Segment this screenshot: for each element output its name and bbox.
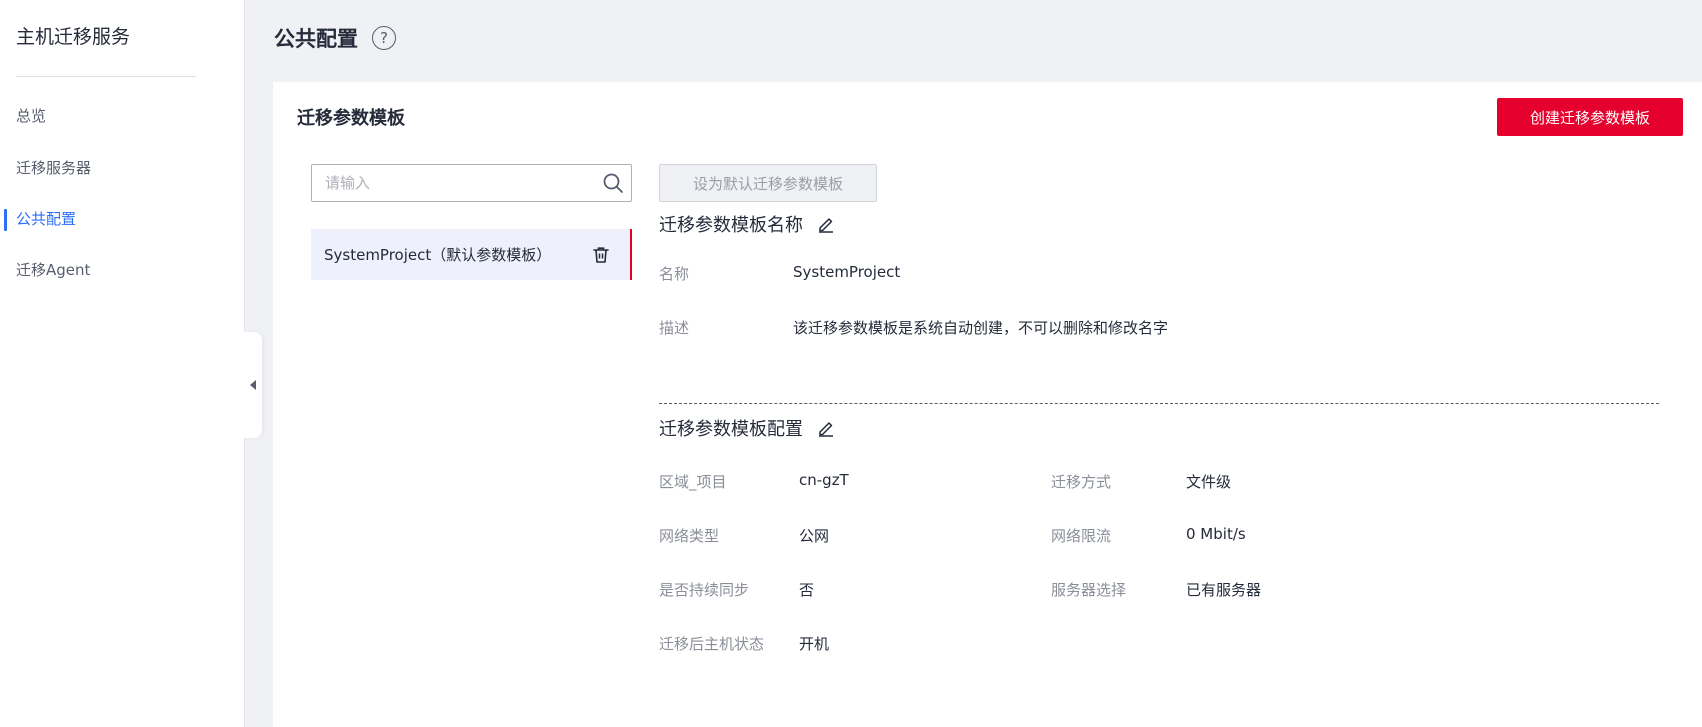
migration-method-value: 文件级 (1186, 473, 1232, 491)
server-selection-value: 已有服务器 (1186, 581, 1262, 599)
name-section-title: 迁移参数模板名称 (659, 211, 837, 237)
template-list-item[interactable]: SystemProject（默认参数模板） (311, 229, 632, 280)
search-input[interactable] (312, 165, 595, 201)
description-label: 描述 (659, 319, 690, 337)
caret-left-icon (250, 380, 256, 390)
name-label: 名称 (659, 265, 690, 283)
question-circle-icon[interactable]: ? (372, 26, 396, 50)
edit-name-icon[interactable] (815, 213, 837, 235)
sidebar-item-public-config[interactable]: 公共配置 (0, 201, 245, 237)
continuous-sync-label: 是否持续同步 (659, 581, 750, 599)
name-value: SystemProject (793, 263, 901, 281)
page-title: 公共配置 (274, 27, 358, 51)
post-migration-state-value: 开机 (799, 635, 830, 653)
bandwidth-limit-label: 网络限流 (1051, 527, 1112, 545)
sidebar-item-migration-servers[interactable]: 迁移服务器 (0, 150, 245, 186)
post-migration-state-label: 迁移后主机状态 (659, 635, 765, 653)
set-default-template-button[interactable]: 设为默认迁移参数模板 (659, 164, 877, 202)
template-card: 迁移参数模板 创建迁移参数模板 SystemProject（默认参数模板） 设为… (273, 82, 1702, 727)
card-title: 迁移参数模板 (297, 108, 405, 129)
template-item-label: SystemProject（默认参数模板） (324, 246, 552, 264)
config-section-title-text: 迁移参数模板配置 (659, 419, 803, 440)
config-section-title: 迁移参数模板配置 (659, 415, 837, 441)
edit-config-icon[interactable] (815, 417, 837, 439)
sidebar-divider (16, 76, 196, 77)
network-type-label: 网络类型 (659, 527, 720, 545)
page-header: 公共配置 ? (274, 22, 396, 54)
network-type-value: 公网 (799, 527, 830, 545)
bandwidth-limit-value: 0 Mbit/s (1186, 525, 1246, 543)
section-divider (659, 403, 1659, 404)
name-section-title-text: 迁移参数模板名称 (659, 215, 803, 236)
sidebar-collapse-toggle[interactable] (244, 332, 262, 438)
search-icon[interactable] (595, 165, 631, 201)
sidebar: 主机迁移服务 总览 迁移服务器 公共配置 迁移Agent (0, 0, 245, 727)
description-value: 该迁移参数模板是系统自动创建，不可以删除和修改名字 (793, 319, 1169, 337)
region-project-value: cn-gzT (799, 471, 849, 489)
migration-method-label: 迁移方式 (1051, 473, 1112, 491)
server-selection-label: 服务器选择 (1051, 581, 1127, 599)
trash-icon[interactable] (586, 240, 616, 270)
continuous-sync-value: 否 (799, 581, 815, 599)
sidebar-item-migration-agent[interactable]: 迁移Agent (0, 252, 245, 288)
sidebar-item-overview[interactable]: 总览 (0, 98, 245, 134)
sidebar-title: 主机迁移服务 (16, 26, 131, 48)
region-project-label: 区域_项目 (659, 473, 727, 491)
search-box (311, 164, 632, 202)
create-template-button[interactable]: 创建迁移参数模板 (1497, 98, 1683, 136)
